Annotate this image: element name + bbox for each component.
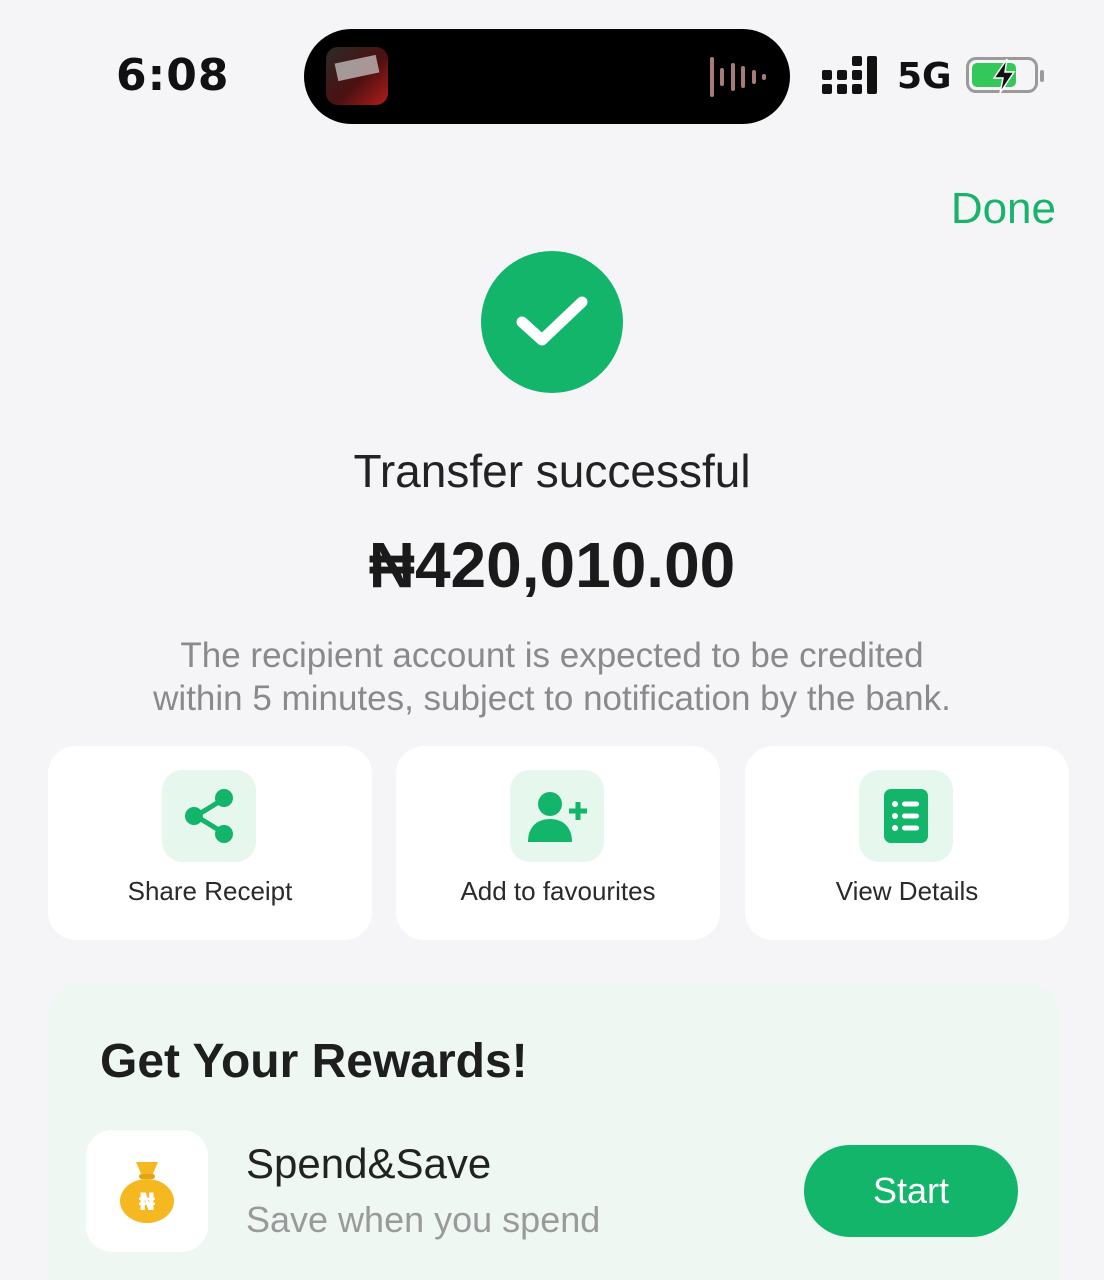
transfer-amount: ₦420,010.00 <box>368 529 736 601</box>
credit-notice-line-1: The recipient account is expected to be … <box>180 636 924 675</box>
details-list-icon <box>859 770 953 862</box>
share-receipt-button[interactable]: Share Receipt <box>48 746 372 940</box>
cellular-signal-icon <box>822 56 880 94</box>
charging-bolt-icon <box>992 58 1016 94</box>
naira-symbol: ₦ <box>139 1188 156 1216</box>
add-user-icon <box>510 770 604 862</box>
view-details-button[interactable]: View Details <box>745 746 1069 940</box>
view-details-label: View Details <box>835 876 979 906</box>
network-type: 5G <box>897 56 952 97</box>
add-to-favourites-label: Add to favourites <box>460 876 656 906</box>
action-cards: Share Receipt Add to favourites View Det… <box>48 746 1069 940</box>
status-time: 6:08 <box>116 50 230 101</box>
reward-description: Save when you spend <box>246 1199 601 1240</box>
start-button[interactable]: Start <box>804 1145 1018 1237</box>
audio-waveform-icon <box>710 53 766 101</box>
done-button[interactable]: Done <box>951 184 1056 234</box>
share-icon <box>162 770 256 862</box>
battery-icon <box>966 57 1044 94</box>
add-to-favourites-button[interactable]: Add to favourites <box>396 746 720 940</box>
money-bag-icon: ₦ <box>86 1130 208 1252</box>
rewards-title: Get Your Rewards! <box>100 1035 528 1088</box>
share-receipt-label: Share Receipt <box>127 876 293 906</box>
rewards-section: Get Your Rewards! ₦ Spend&Save Save when… <box>48 984 1060 1280</box>
transfer-status-title: Transfer successful <box>353 445 751 497</box>
reward-name: Spend&Save <box>246 1140 492 1187</box>
dynamic-island[interactable] <box>304 29 790 124</box>
credit-notice-line-2: within 5 minutes, subject to notificatio… <box>153 679 951 718</box>
credit-notice: The recipient account is expected to be … <box>80 634 1024 720</box>
now-playing-artwork[interactable] <box>326 47 388 105</box>
success-check-icon <box>481 251 623 393</box>
